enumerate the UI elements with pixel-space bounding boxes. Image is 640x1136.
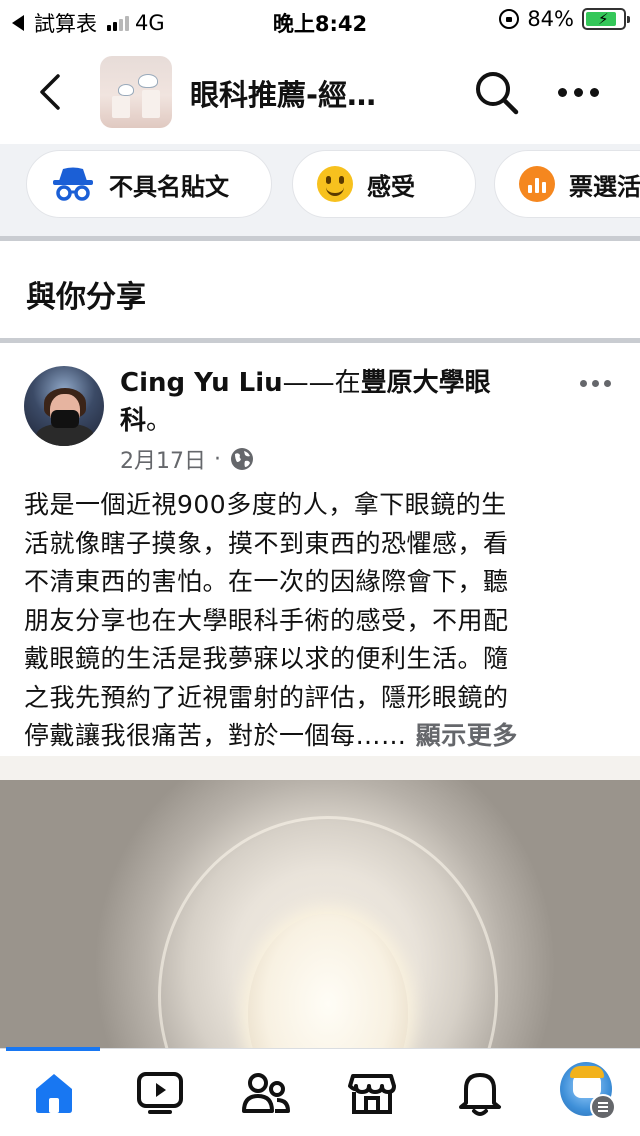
see-more-link[interactable]: 顯示更多: [407, 721, 518, 750]
chevron-left-icon[interactable]: [36, 72, 66, 112]
section-divider: [0, 338, 640, 343]
post-body-line: 活就像瞎子摸象，摸不到東西的恐懼感，看: [24, 528, 509, 558]
status-right: 84% ⚡: [499, 7, 630, 31]
post-date[interactable]: 2月17日: [120, 443, 206, 475]
author-connector: ——在: [282, 368, 361, 398]
poll-icon: [519, 166, 555, 202]
post-body-last-line: 停戴讓我很痛苦，對於一個每…… 顯示更多: [24, 717, 618, 756]
more-horizontal-icon[interactable]: [558, 82, 608, 102]
friends-tab[interactable]: [240, 1067, 292, 1119]
marketplace-icon: [348, 1074, 396, 1114]
post-body-line: 我是一個近視900多度的人，拿下眼鏡的生: [24, 490, 507, 519]
search-icon[interactable]: [472, 68, 520, 116]
chip-label-poll: 票選活: [569, 172, 640, 201]
home-icon: [36, 1074, 72, 1113]
post-body: 我是一個近視900多度的人，拿下眼鏡的生 活就像瞎子摸象，摸不到東西的恐懼感，看…: [24, 486, 618, 756]
post-body-line: 朋友分享也在大學眼科手術的感受，不用配: [24, 605, 509, 635]
notifications-tab[interactable]: [454, 1067, 506, 1119]
post-body-line: 之我先預約了近視雷射的評估，隱形眼鏡的: [24, 682, 509, 712]
post-meta: 2月17日 ·: [120, 443, 255, 475]
battery-icon: ⚡: [582, 8, 630, 30]
status-bar: 試算表 4G 晚上8:42 84% ⚡: [0, 0, 640, 40]
anonymous-incognito-icon: [53, 167, 93, 201]
active-tab-indicator: [6, 1047, 100, 1051]
notifications-bell-icon: [459, 1073, 501, 1116]
smile-emoji-icon: [317, 166, 353, 202]
see-more-label[interactable]: 顯示更多: [416, 721, 518, 750]
location-suffix: 。: [146, 406, 173, 436]
friends-icon: [242, 1073, 290, 1113]
profile-menu-tab[interactable]: [560, 1062, 616, 1120]
post-header-text: Cing Yu Liu——在豐原大學眼 科。: [120, 364, 540, 440]
section-divider: [0, 236, 640, 241]
location-name[interactable]: 豐原大學眼: [361, 368, 491, 398]
post-body-line: 不清東西的害怕。在一次的因緣際會下，聽: [24, 567, 509, 596]
marketplace-tab[interactable]: [346, 1067, 398, 1119]
group-header: 眼科推薦-經…: [0, 52, 640, 132]
group-cover-thumbnail[interactable]: [100, 56, 172, 128]
composer-chip-row: 不具名貼文 感受 票選活: [0, 144, 640, 236]
author-name[interactable]: Cing Yu Liu: [120, 368, 283, 398]
post-options-icon[interactable]: [580, 380, 611, 387]
bottom-navigation: [0, 1047, 640, 1136]
feeling-chip[interactable]: 感受: [292, 150, 476, 218]
post-body-truncated: 停戴讓我很痛苦，對於一個每……: [24, 721, 407, 750]
profile-menu-icon: [560, 1062, 616, 1120]
post-body-line: 戴眼鏡的生活是我夢寐以求的便利生活。隨: [24, 644, 509, 673]
battery-percent: 84%: [527, 7, 574, 31]
home-tab[interactable]: [28, 1067, 80, 1119]
meta-separator: ·: [214, 446, 221, 472]
author-avatar[interactable]: [24, 366, 104, 446]
video-icon: [137, 1072, 183, 1114]
location-name-cont[interactable]: 科: [120, 406, 146, 436]
video-tab[interactable]: [134, 1067, 186, 1119]
anonymous-post-chip[interactable]: 不具名貼文: [26, 150, 272, 218]
poll-chip[interactable]: 票選活: [494, 150, 640, 218]
group-title[interactable]: 眼科推薦-經…: [190, 72, 376, 114]
hamburger-menu-icon: [590, 1094, 616, 1120]
orientation-lock-icon: [499, 9, 520, 29]
section-title: 與你分享: [26, 280, 146, 315]
chip-label-feeling: 感受: [367, 172, 415, 201]
globe-icon: [231, 448, 253, 470]
post-photo[interactable]: [0, 756, 640, 1056]
chip-label-anonymous: 不具名貼文: [109, 172, 229, 201]
